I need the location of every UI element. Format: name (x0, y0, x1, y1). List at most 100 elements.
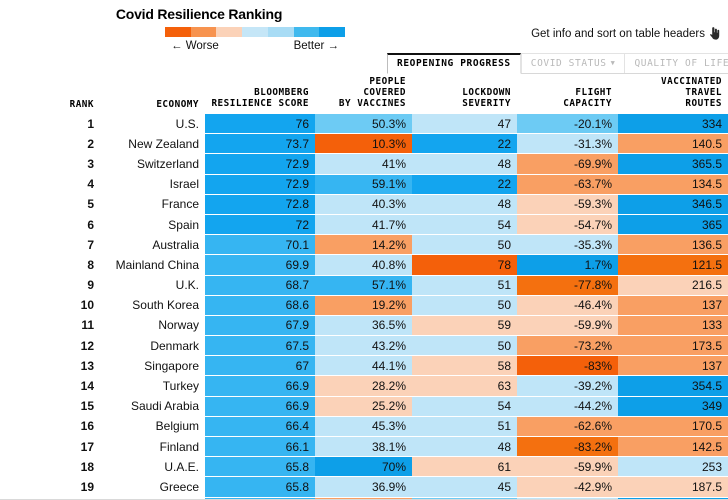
metric-lockdown-severity-cell: 50 (412, 234, 517, 256)
metric-lockdown-severity-cell: 45 (412, 476, 517, 498)
legend-swatch-4 (267, 27, 294, 37)
table-row[interactable]: 7 Australia 70.1 14.2% 50 -35.3% 136.5 (0, 234, 728, 256)
economy-cell[interactable]: Israel (100, 174, 205, 195)
table-row[interactable]: 18 U.A.E. 65.8 70% 61 -59.9% 253 (0, 456, 728, 478)
tab-covid-status[interactable]: COVID STATUS ▼ (520, 53, 625, 73)
table-row[interactable]: 4 Israel 72.9 59.1% 22 -63.7% 134.5 (0, 173, 728, 195)
rank-cell: 9 (0, 275, 100, 296)
table-row[interactable]: 13 Singapore 67 44.1% 58 -83% 137 (0, 355, 728, 377)
column-header-resilience-score[interactable]: BLOOMBERG RESILIENCE SCORE (205, 76, 315, 114)
metric-vaccinated-travel-routes-cell: 365.5 (618, 153, 728, 175)
legend-better-label: Better → (293, 40, 339, 52)
rank-cell: 1 (0, 113, 100, 134)
metric-resilience-score-cell: 72.9 (205, 153, 315, 175)
metric-tab-bar[interactable]: REOPENING PROGRESS COVID STATUS ▼ QUALITY O… (387, 53, 728, 74)
economy-cell[interactable]: Norway (100, 315, 205, 336)
table-row[interactable]: 2 New Zealand 73.7 10.3% 22 -31.3% 140.5 (0, 133, 728, 155)
metric-people-covered-by-vaccines-cell: 59.1% (315, 173, 412, 195)
tab-label: COVID STATUS (530, 58, 607, 69)
metric-lockdown-severity-cell: 63 (412, 375, 517, 397)
table-row[interactable]: 6 Spain 72 41.7% 54 -54.7% 365 (0, 213, 728, 236)
economy-cell[interactable]: U.S. (100, 113, 205, 134)
economy-cell[interactable]: Belgium (100, 416, 205, 437)
metric-resilience-score-cell: 66.4 (205, 415, 315, 438)
metric-people-covered-by-vaccines-cell: 25.2% (315, 395, 412, 417)
table-row[interactable]: 16 Belgium 66.4 45.3% 51 -62.6% 170.5 (0, 415, 728, 438)
table-row[interactable]: 5 France 72.8 40.3% 48 -59.3% 346.5 (0, 193, 728, 215)
table-row[interactable]: 9 U.K. 68.7 57.1% 51 -77.8% 216.5 (0, 274, 728, 296)
column-header-vaccinated-travel-routes[interactable]: VACCINATED TRAVEL ROUTES (618, 76, 728, 114)
tab-quality-of-life[interactable]: QUALITY OF LIFE▼ (624, 53, 728, 73)
metric-resilience-score-cell: 72 (205, 213, 315, 236)
rank-cell: 14 (0, 375, 100, 397)
legend-swatch-3 (242, 27, 268, 37)
metric-people-covered-by-vaccines-cell: 36.5% (315, 314, 412, 337)
column-header-lockdown-severity[interactable]: LOCKDOWN SEVERITY (412, 76, 517, 114)
table-row[interactable]: 12 Denmark 67.5 43.2% 50 -73.2% 173.5 (0, 335, 728, 357)
metric-people-covered-by-vaccines-cell: 43.2% (315, 335, 412, 357)
economy-cell[interactable]: Turkey (100, 375, 205, 397)
economy-cell[interactable]: New Zealand (100, 133, 205, 154)
metric-lockdown-severity-cell: 50 (412, 294, 517, 316)
metric-flight-capacity-cell: -44.2% (517, 395, 618, 417)
metric-vaccinated-travel-routes-cell: 216.5 (618, 274, 728, 296)
economy-cell[interactable]: France (100, 194, 205, 215)
tab-reopening-progress[interactable]: REOPENING PROGRESS (387, 53, 521, 74)
table-row[interactable]: 17 Finland 66.1 38.1% 48 -83.2% 142.5 (0, 435, 728, 458)
economy-cell[interactable]: Switzerland (100, 153, 205, 175)
rank-cell: 17 (0, 436, 100, 457)
economy-cell[interactable]: Mainland China (100, 254, 205, 275)
rank-cell: 4 (0, 174, 100, 195)
metric-resilience-score-cell: 68.7 (205, 274, 315, 296)
metric-resilience-score-cell: 65.8 (205, 476, 315, 498)
table-header-row: RANK ECONOMY BLOOMBERG RESILIENCE SCORE P… (0, 76, 728, 114)
table-row[interactable]: 8 Mainland China 69.9 40.8% 78 1.7% 121.5 (0, 254, 728, 276)
metric-flight-capacity-cell: 1.7% (517, 254, 618, 276)
economy-cell[interactable]: Spain (100, 214, 205, 235)
metric-flight-capacity-cell: -77.8% (517, 274, 618, 296)
metric-flight-capacity-cell: -62.6% (517, 415, 618, 438)
metric-vaccinated-travel-routes-cell: 137 (618, 294, 728, 316)
rank-cell: 8 (0, 254, 100, 275)
chevron-down-icon[interactable]: ▼ (611, 60, 616, 67)
metric-lockdown-severity-cell: 59 (412, 314, 517, 337)
table-row[interactable]: 15 Saudi Arabia 66.9 25.2% 54 -44.2% 349 (0, 395, 728, 417)
table-row[interactable]: 11 Norway 67.9 36.5% 59 -59.9% 133 (0, 314, 728, 337)
metric-vaccinated-travel-routes-cell: 253 (618, 456, 728, 478)
metric-resilience-score-cell: 70.1 (205, 234, 315, 256)
metric-lockdown-severity-cell: 54 (412, 395, 517, 417)
economy-cell[interactable]: Denmark (100, 335, 205, 356)
metric-lockdown-severity-cell: 51 (412, 415, 517, 438)
legend-swatch-5 (293, 27, 320, 37)
table-row[interactable]: 19 Greece 65.8 36.9% 45 -42.9% 187.5 (0, 476, 728, 498)
column-header-people-covered-by-vaccines[interactable]: PEOPLE COVERED BY VACCINES (315, 76, 412, 114)
column-header-rank[interactable]: RANK (0, 76, 100, 114)
color-scale-bar (165, 27, 346, 37)
metric-resilience-score-cell: 66.9 (205, 395, 315, 417)
economy-cell[interactable]: U.K. (100, 275, 205, 296)
economy-cell[interactable]: Saudi Arabia (100, 396, 205, 417)
legend-swatch-2 (216, 27, 243, 37)
economy-cell[interactable]: South Korea (100, 295, 205, 316)
column-header-flight-capacity[interactable]: FLIGHT CAPACITY (517, 76, 618, 114)
metric-people-covered-by-vaccines-cell: 28.2% (315, 375, 412, 397)
column-header-economy[interactable]: ECONOMY (100, 76, 205, 114)
table-row[interactable]: 1 U.S. 76 50.3% 47 -20.1% 334 (0, 112, 728, 135)
table-body: 1 U.S. 76 50.3% 47 -20.1% 334 2 New Zealand 73.7 1… (0, 112, 728, 500)
metric-lockdown-severity-cell: 50 (412, 335, 517, 357)
table-row[interactable]: 10 South Korea 68.6 19.2% 50 -46.4% 137 (0, 294, 728, 316)
economy-cell[interactable]: Greece (100, 476, 205, 498)
table-row[interactable]: 3 Switzerland 72.9 41% 48 -69.9% 365.5 (0, 153, 728, 175)
economy-cell[interactable]: U.A.E. (100, 456, 205, 477)
metric-resilience-score-cell: 67 (205, 355, 315, 377)
rank-cell: 6 (0, 214, 100, 235)
metric-vaccinated-travel-routes-cell: 346.5 (618, 193, 728, 215)
economy-cell[interactable]: Singapore (100, 355, 205, 376)
economy-cell[interactable]: Australia (100, 234, 205, 255)
tab-label: REOPENING PROGRESS (397, 58, 511, 69)
metric-resilience-score-cell: 68.6 (205, 294, 315, 316)
table-row[interactable]: 14 Turkey 66.9 28.2% 63 -39.2% 354.5 (0, 375, 728, 397)
metric-flight-capacity-cell: -59.9% (517, 456, 618, 478)
economy-cell[interactable]: Finland (100, 436, 205, 457)
metric-people-covered-by-vaccines-cell: 41% (315, 153, 412, 175)
